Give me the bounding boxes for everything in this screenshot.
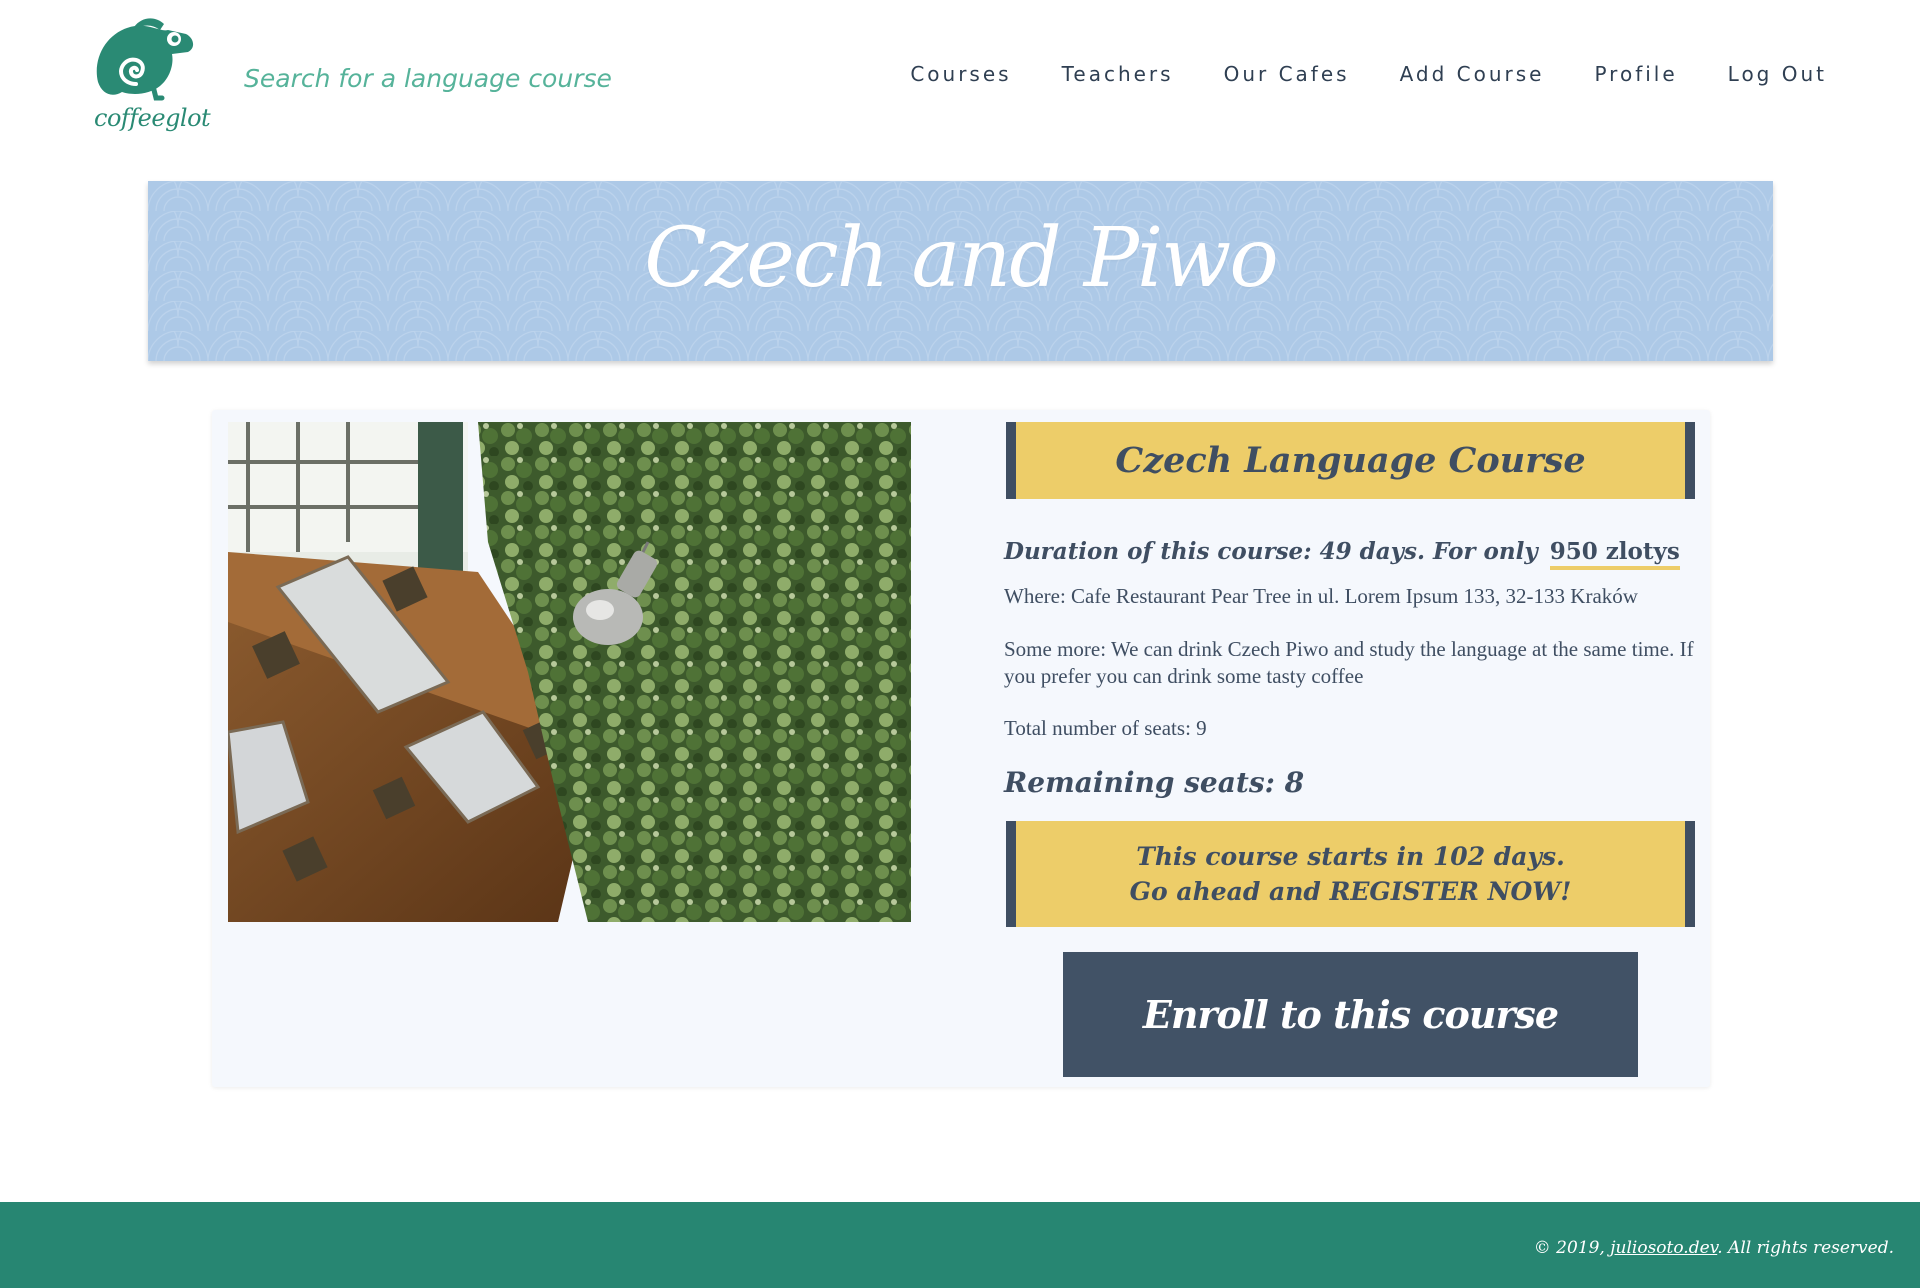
hero-banner: Czech and Piwo [148, 181, 1773, 361]
course-location: Where: Cafe Restaurant Pear Tree in ul. … [1004, 584, 1638, 608]
cafe-photo [228, 422, 911, 922]
course-title: Czech Language Course [1115, 440, 1586, 481]
remaining-seats: Remaining seats: 8 [1004, 766, 1305, 799]
copyright-suffix: . All rights reserved. [1717, 1238, 1894, 1258]
author-link[interactable]: juliosoto.dev [1610, 1238, 1717, 1258]
main-nav: Courses Teachers Our Cafes Add Course Pr… [910, 62, 1827, 86]
site-footer: © 2019, juliosoto.dev. All rights reserv… [0, 1202, 1920, 1288]
course-start-notice: This course starts in 102 days. Go ahead… [1006, 821, 1695, 927]
coffeeglot-logo[interactable]: coffeeglot [90, 12, 211, 148]
enroll-button[interactable]: Enroll to this course [1063, 952, 1638, 1077]
copyright-notice: © 2019, juliosoto.dev. All rights reserv… [1534, 1238, 1894, 1258]
nav-teachers[interactable]: Teachers [1062, 62, 1174, 86]
start-notice-line1: This course starts in 102 days. [1136, 842, 1565, 871]
nav-our-cafes[interactable]: Our Cafes [1224, 62, 1350, 86]
chameleon-icon [96, 18, 194, 101]
logo-wordmark: coffeeglot [94, 104, 211, 132]
search-input[interactable] [244, 56, 624, 100]
course-description: Some more: We can drink Czech Piwo and s… [1004, 637, 1694, 688]
nav-courses[interactable]: Courses [910, 62, 1011, 86]
copyright-prefix: © 2019, [1533, 1238, 1605, 1258]
site-header: coffeeglot Courses Teachers Our Cafes Ad… [0, 0, 1920, 160]
duration-text: Duration of this course: 49 days. For on… [1004, 538, 1538, 565]
total-seats: Total number of seats: 9 [1004, 716, 1207, 740]
start-notice-line2: Go ahead and REGISTER NOW! [1129, 877, 1572, 906]
course-banner-title: Czech and Piwo [644, 211, 1278, 306]
course-duration: Duration of this course: 49 days. For on… [1004, 538, 1680, 570]
course-title-box: Czech Language Course [1006, 422, 1695, 499]
course-price: 950 zlotys [1549, 538, 1680, 570]
nav-log-out[interactable]: Log Out [1728, 62, 1827, 86]
nav-profile[interactable]: Profile [1594, 62, 1677, 86]
nav-add-course[interactable]: Add Course [1400, 62, 1545, 86]
